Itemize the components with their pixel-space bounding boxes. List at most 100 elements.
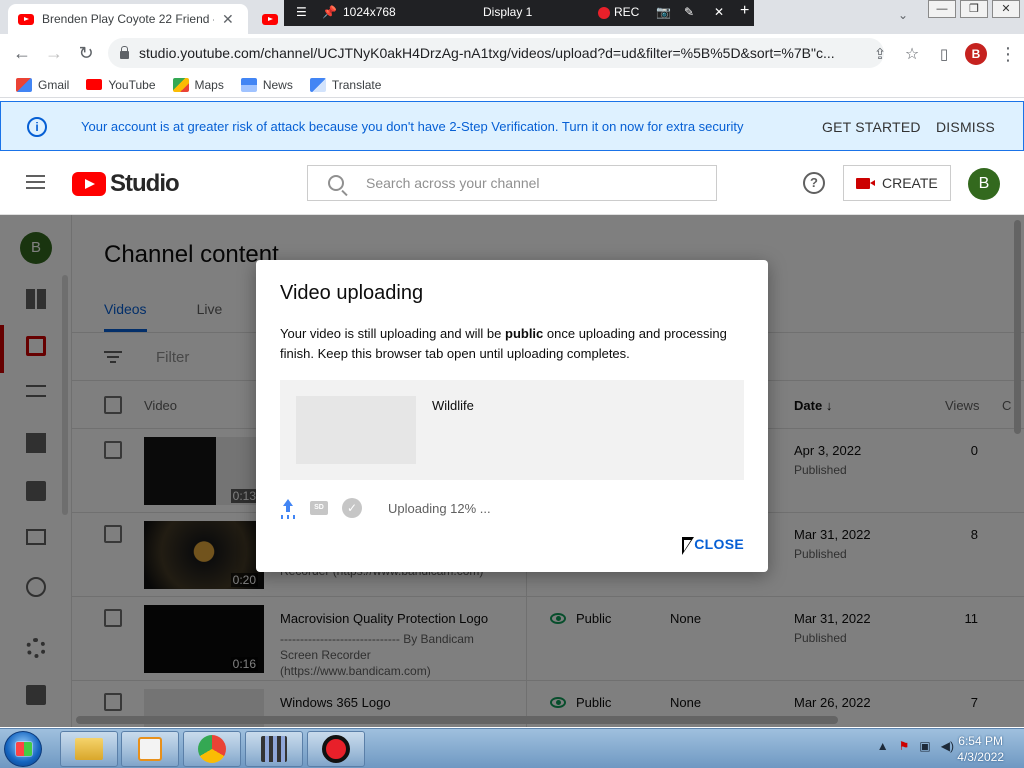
network-icon[interactable]: ▣ — [919, 739, 930, 753]
video-camera-icon — [856, 177, 875, 189]
help-icon[interactable]: ? — [803, 172, 825, 194]
dialog-message-part: Your video is still uploading and will b… — [280, 326, 505, 341]
bookmark-label: Maps — [194, 77, 224, 92]
upload-status-text: Uploading 12% ... — [388, 500, 491, 516]
forward-icon[interactable]: → — [38, 37, 70, 69]
close-icon[interactable]: ✕ — [222, 11, 234, 28]
volume-icon[interactable]: ◀) — [941, 739, 954, 753]
clock-time: 6:54 PM — [958, 734, 1003, 748]
lock-icon[interactable] — [120, 46, 129, 59]
window-controls: — ❐ ✕ — [924, 0, 1020, 18]
pin-icon[interactable]: 📌 — [322, 5, 337, 19]
bookmark-label: News — [262, 77, 293, 92]
bookmark-youtube[interactable]: YouTube — [86, 78, 156, 92]
bookmark-maps[interactable]: Maps — [172, 77, 224, 92]
taskbar-clock[interactable]: 6:54 PM 4/3/2022 — [957, 733, 1004, 765]
start-button[interactable] — [4, 731, 42, 767]
video-uploading-dialog: Video uploading Your video is still uplo… — [256, 260, 768, 572]
maps-icon — [172, 77, 189, 92]
translate-icon — [309, 77, 326, 92]
kebab-menu-icon[interactable]: ⋮ — [992, 38, 1024, 70]
check-circle-icon: ✓ — [342, 498, 362, 518]
media-player-icon — [138, 737, 162, 761]
browser-tab-second[interactable] — [252, 4, 282, 34]
bookmark-translate[interactable]: Translate — [309, 77, 382, 92]
bookmark-gmail[interactable]: Gmail — [16, 77, 70, 92]
minimize-icon[interactable]: — — [928, 0, 956, 18]
upload-icon — [280, 499, 296, 517]
back-icon[interactable]: ← — [6, 37, 38, 69]
close-button[interactable]: CLOSE — [694, 536, 744, 552]
close-icon[interactable]: ✕ — [714, 5, 724, 19]
create-label: CREATE — [882, 175, 938, 191]
taskbar-chrome[interactable] — [183, 731, 241, 767]
taskbar-explorer[interactable] — [60, 731, 118, 767]
avatar[interactable]: B — [968, 168, 1000, 200]
film-icon — [261, 736, 287, 762]
menu-icon[interactable]: ☰ — [296, 5, 307, 19]
record-icon — [322, 735, 350, 763]
taskbar-media-player[interactable] — [121, 731, 179, 767]
taskbar-movie-maker[interactable] — [245, 731, 303, 767]
youtube-logo-icon — [72, 172, 106, 196]
search-icon — [328, 175, 344, 191]
hamburger-menu-icon[interactable] — [26, 175, 45, 189]
upload-file-card: Wildlife — [280, 380, 744, 480]
tab-strip: Brenden Play Coyote 22 Friend - ✕ ☰ 📌 10… — [0, 0, 1024, 34]
toolbar-actions: ⇪ ☆ ▯ B ⋮ — [864, 38, 1024, 70]
youtube-icon — [86, 79, 103, 90]
windows-taskbar: ▲ ⚑ ▣ ◀) 6:54 PM 4/3/2022 — [0, 728, 1024, 768]
screen-recorder-bar: ☰ 📌 1024x768 Display 1 REC 📷 ✎ ✕ + — [284, 0, 754, 26]
search-placeholder: Search across your channel — [366, 175, 540, 191]
avatar: B — [965, 43, 987, 65]
new-tab-icon[interactable]: + — [740, 2, 749, 20]
reload-icon[interactable]: ↻ — [70, 37, 102, 69]
recorder-resolution: 1024x768 — [343, 5, 396, 19]
banner-message: Your account is at greater risk of attac… — [81, 119, 744, 134]
share-icon[interactable]: ⇪ — [864, 38, 896, 70]
rec-button[interactable]: REC — [598, 5, 639, 19]
youtube-favicon-icon — [18, 13, 34, 25]
restore-icon[interactable]: ❐ — [960, 0, 988, 18]
get-started-button[interactable]: GET STARTED — [822, 119, 921, 135]
tray-expand-icon[interactable]: ▲ — [877, 739, 889, 753]
bookmark-label: Gmail — [38, 77, 70, 92]
folder-icon — [75, 738, 103, 760]
upload-status-row: SD ✓ Uploading 12% ... — [280, 498, 491, 518]
news-icon — [240, 77, 257, 92]
recorder-display[interactable]: Display 1 — [483, 5, 532, 19]
action-center-icon[interactable]: ⚑ — [899, 739, 910, 753]
gmail-icon — [16, 77, 32, 92]
dialog-message-bold: public — [505, 326, 544, 341]
tab-title: Brenden Play Coyote 22 Friend - — [42, 12, 214, 26]
studio-header: Studio Search across your channel ? CREA… — [0, 151, 1024, 215]
create-button[interactable]: CREATE — [843, 165, 951, 201]
studio-logo[interactable]: Studio — [72, 170, 180, 198]
browser-tab-active[interactable]: Brenden Play Coyote 22 Friend - ✕ — [8, 4, 248, 34]
sd-icon: SD — [310, 501, 328, 515]
bookmark-label: Translate — [331, 77, 382, 92]
security-banner: i Your account is at greater risk of att… — [0, 101, 1024, 151]
dismiss-button[interactable]: DISMISS — [936, 119, 995, 135]
pencil-icon[interactable]: ✎ — [684, 5, 694, 19]
upload-file-name: Wildlife — [432, 398, 474, 413]
address-bar[interactable]: studio.youtube.com/channel/UCJTNyK0akH4D… — [108, 38, 884, 68]
profile-button[interactable]: B — [960, 38, 992, 70]
system-tray: ▲ ⚑ ▣ ◀) — [867, 739, 954, 753]
clock-date: 4/3/2022 — [957, 750, 1004, 764]
browser-toolbar: ← → ↻ studio.youtube.com/channel/UCJTNyK… — [0, 34, 1024, 72]
record-icon — [598, 6, 610, 19]
bookmark-news[interactable]: News — [240, 77, 293, 92]
upload-thumbnail-placeholder — [296, 396, 416, 464]
search-input[interactable]: Search across your channel — [307, 165, 717, 201]
rec-label: REC — [614, 5, 640, 19]
url-text: studio.youtube.com/channel/UCJTNyK0akH4D… — [139, 45, 835, 61]
bookmarks-bar: Gmail YouTube Maps News Translate — [0, 72, 1024, 98]
star-icon[interactable]: ☆ — [896, 38, 928, 70]
side-panel-icon[interactable]: ▯ — [928, 38, 960, 70]
chevron-down-icon[interactable]: ⌄ — [898, 8, 908, 22]
camera-icon[interactable]: 📷 — [656, 5, 671, 19]
taskbar-bandicam[interactable] — [307, 731, 365, 767]
info-icon: i — [27, 117, 47, 137]
close-window-icon[interactable]: ✕ — [992, 0, 1020, 18]
